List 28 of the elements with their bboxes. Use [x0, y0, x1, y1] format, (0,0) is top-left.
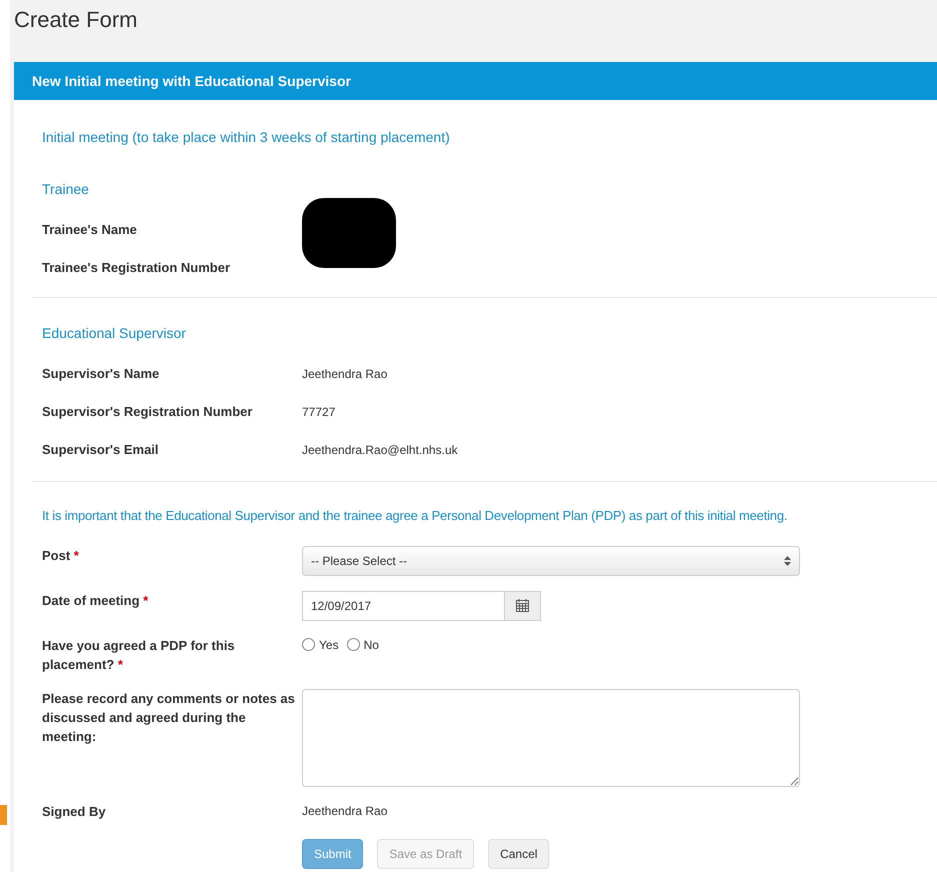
field-label: Trainee's Registration Number — [42, 260, 230, 275]
field-value: Jeethendra Rao — [302, 802, 388, 820]
radio-option[interactable]: Yes — [302, 636, 339, 654]
radio-option[interactable]: No — [346, 636, 379, 654]
post-select[interactable]: -- Please Select -- — [302, 546, 800, 576]
field-label: Post * — [42, 548, 79, 562]
section-heading: Trainee — [42, 180, 90, 199]
sort-arrows-icon — [784, 556, 791, 566]
field-value: Jeethendra.Rao@elht.nhs.uk — [302, 442, 458, 458]
field-label: Date of meeting * — [42, 592, 148, 608]
form-button[interactable]: Cancel — [488, 838, 550, 868]
calendar-button[interactable] — [505, 590, 541, 620]
field-label: Have you agreed a PDP for this placement? * — [42, 638, 235, 672]
intro-heading: Initial meeting (to take place within 3 weeks of starting placement) — [42, 128, 451, 147]
date-field[interactable]: 12/09/2017 — [302, 590, 505, 620]
field-label: Supervisor's Registration Number — [42, 404, 252, 419]
field-value: Jeethendra Rao — [302, 366, 388, 382]
field-label: Please record any comments or notes as discussed and agreed during the meeting: — [42, 690, 295, 744]
field-label: Trainee's Name — [42, 222, 137, 237]
calendar-icon — [516, 599, 529, 612]
pdp-note: It is important that the Educational Supervisor and the trainee agree a Personal Development Plan (PDP) as part of this initial meeting. — [42, 507, 788, 525]
field-value: 77727 — [302, 404, 336, 420]
field-label: Supervisor's Email — [42, 442, 159, 457]
panel-header: New Initial meeting with Educational Supervisor — [14, 62, 937, 100]
field-label: Supervisor's Name — [42, 366, 160, 381]
field-label: Signed By — [42, 804, 106, 818]
page-title: Create Form — [14, 6, 138, 34]
section-heading: Educational Supervisor — [42, 324, 187, 343]
